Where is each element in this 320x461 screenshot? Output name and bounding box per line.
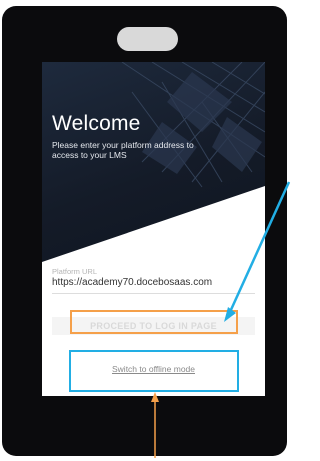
welcome-subtitle: Please enter your platform address to ac… [52, 140, 194, 160]
welcome-hero: Welcome Please enter your platform addre… [42, 62, 265, 262]
offline-highlight-box [69, 350, 239, 392]
annotated-phone-screenshot: Welcome Please enter your platform addre… [0, 0, 291, 461]
proceed-highlight-box [70, 310, 238, 334]
geometric-background-pattern [121, 62, 265, 188]
earpiece-speaker [117, 27, 178, 51]
welcome-title: Welcome [52, 112, 141, 135]
platform-url-underline [52, 293, 255, 294]
app-screen: Welcome Please enter your platform addre… [42, 62, 265, 396]
platform-url-input[interactable] [52, 277, 255, 288]
platform-url-label: Platform URL [52, 267, 98, 276]
